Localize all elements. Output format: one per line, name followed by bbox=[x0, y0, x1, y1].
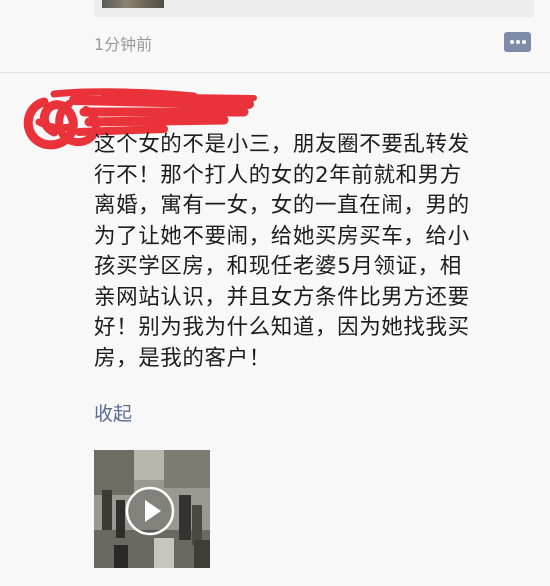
post-line: 离婚，寓有一女，女的一直在闹，男的 bbox=[94, 193, 470, 218]
video-thumbnail[interactable] bbox=[94, 450, 210, 568]
post-body: 这个女的不是小三，朋友圈不要乱转发 行不！那个打人的女的2年前就和男方 离婚，寓… bbox=[94, 130, 534, 374]
post-line: 房，是我的客户！ bbox=[94, 345, 271, 371]
comment-dot bbox=[510, 40, 514, 44]
post-line: 好！别为我为什么知道，因为她找我买 bbox=[94, 315, 470, 340]
comment-dot bbox=[522, 40, 526, 44]
post-line: 这个女的不是小三，朋友圈不要乱转发 bbox=[94, 132, 470, 157]
moments-feed: 1分钟前 这个女的不是小三，朋友圈不要乱转发 行不！那个打人的女的2年前就和男方… bbox=[0, 0, 550, 586]
post-divider bbox=[0, 72, 550, 73]
comment-icon[interactable] bbox=[504, 32, 531, 52]
collapse-button[interactable]: 收起 bbox=[94, 399, 132, 426]
previous-post-image[interactable] bbox=[102, 0, 164, 8]
comment-dot bbox=[516, 40, 520, 44]
post-line: 孩买学区房，和现任老婆5月领证，相 bbox=[94, 254, 462, 279]
post-line: 行不！那个打人的女的2年前就和男方 bbox=[94, 162, 462, 188]
post-timestamp: 1分钟前 bbox=[94, 35, 153, 54]
post-line: 为了让她不要闹，给她买房买车，给小 bbox=[94, 223, 470, 249]
play-icon[interactable] bbox=[124, 485, 176, 537]
post-line: 亲网站认识，并且女方条件比男方还要 bbox=[94, 284, 470, 310]
